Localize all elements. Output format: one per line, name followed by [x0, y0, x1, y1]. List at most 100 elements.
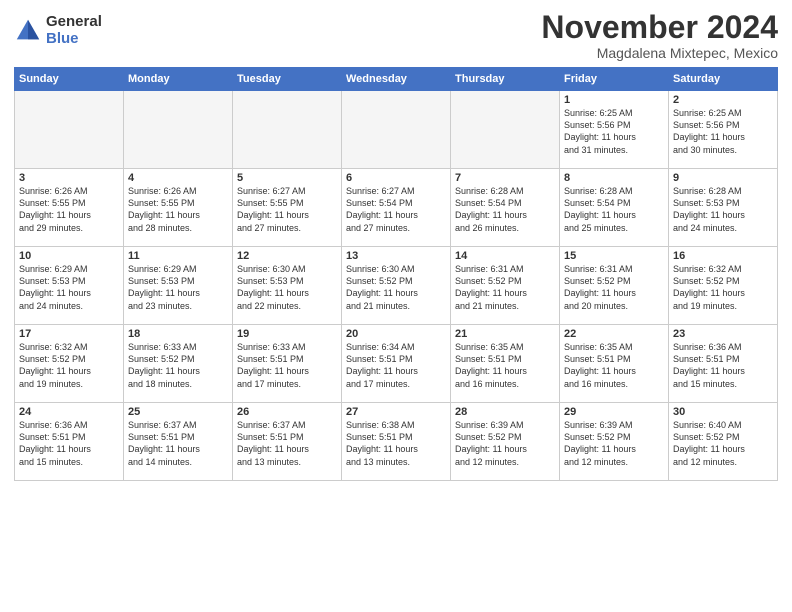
day-info: Sunrise: 6:28 AM Sunset: 5:54 PM Dayligh… — [564, 185, 664, 234]
weekday-header-thursday: Thursday — [451, 68, 560, 91]
day-number: 5 — [237, 172, 337, 184]
day-number: 29 — [564, 406, 664, 418]
day-number: 20 — [346, 328, 446, 340]
calendar-cell: 16Sunrise: 6:32 AM Sunset: 5:52 PM Dayli… — [669, 247, 778, 325]
day-info: Sunrise: 6:32 AM Sunset: 5:52 PM Dayligh… — [673, 263, 773, 312]
day-info: Sunrise: 6:35 AM Sunset: 5:51 PM Dayligh… — [564, 341, 664, 390]
day-info: Sunrise: 6:29 AM Sunset: 5:53 PM Dayligh… — [128, 263, 228, 312]
calendar-cell: 20Sunrise: 6:34 AM Sunset: 5:51 PM Dayli… — [342, 325, 451, 403]
calendar-cell: 12Sunrise: 6:30 AM Sunset: 5:53 PM Dayli… — [233, 247, 342, 325]
calendar-cell: 27Sunrise: 6:38 AM Sunset: 5:51 PM Dayli… — [342, 403, 451, 481]
calendar-cell: 13Sunrise: 6:30 AM Sunset: 5:52 PM Dayli… — [342, 247, 451, 325]
calendar-week-3: 10Sunrise: 6:29 AM Sunset: 5:53 PM Dayli… — [15, 247, 778, 325]
calendar-cell — [451, 91, 560, 169]
day-number: 1 — [564, 94, 664, 106]
day-info: Sunrise: 6:26 AM Sunset: 5:55 PM Dayligh… — [128, 185, 228, 234]
day-info: Sunrise: 6:37 AM Sunset: 5:51 PM Dayligh… — [237, 419, 337, 468]
day-number: 25 — [128, 406, 228, 418]
day-number: 18 — [128, 328, 228, 340]
day-number: 24 — [19, 406, 119, 418]
title-block: November 2024 Magdalena Mixtepec, Mexico — [541, 10, 778, 61]
calendar-cell: 19Sunrise: 6:33 AM Sunset: 5:51 PM Dayli… — [233, 325, 342, 403]
calendar-cell: 24Sunrise: 6:36 AM Sunset: 5:51 PM Dayli… — [15, 403, 124, 481]
location-title: Magdalena Mixtepec, Mexico — [541, 45, 778, 61]
weekday-header-row: SundayMondayTuesdayWednesdayThursdayFrid… — [15, 68, 778, 91]
day-number: 23 — [673, 328, 773, 340]
calendar-week-2: 3Sunrise: 6:26 AM Sunset: 5:55 PM Daylig… — [15, 169, 778, 247]
calendar-cell: 26Sunrise: 6:37 AM Sunset: 5:51 PM Dayli… — [233, 403, 342, 481]
day-info: Sunrise: 6:31 AM Sunset: 5:52 PM Dayligh… — [564, 263, 664, 312]
weekday-header-sunday: Sunday — [15, 68, 124, 91]
logo-general: General — [46, 14, 102, 31]
calendar-cell: 9Sunrise: 6:28 AM Sunset: 5:53 PM Daylig… — [669, 169, 778, 247]
day-number: 2 — [673, 94, 773, 106]
day-info: Sunrise: 6:36 AM Sunset: 5:51 PM Dayligh… — [19, 419, 119, 468]
calendar-week-4: 17Sunrise: 6:32 AM Sunset: 5:52 PM Dayli… — [15, 325, 778, 403]
day-number: 26 — [237, 406, 337, 418]
day-info: Sunrise: 6:32 AM Sunset: 5:52 PM Dayligh… — [19, 341, 119, 390]
day-info: Sunrise: 6:30 AM Sunset: 5:52 PM Dayligh… — [346, 263, 446, 312]
day-info: Sunrise: 6:33 AM Sunset: 5:51 PM Dayligh… — [237, 341, 337, 390]
calendar-table: SundayMondayTuesdayWednesdayThursdayFrid… — [14, 67, 778, 481]
day-number: 11 — [128, 250, 228, 262]
calendar-cell: 2Sunrise: 6:25 AM Sunset: 5:56 PM Daylig… — [669, 91, 778, 169]
calendar-cell — [124, 91, 233, 169]
day-info: Sunrise: 6:39 AM Sunset: 5:52 PM Dayligh… — [564, 419, 664, 468]
day-info: Sunrise: 6:39 AM Sunset: 5:52 PM Dayligh… — [455, 419, 555, 468]
calendar-cell: 18Sunrise: 6:33 AM Sunset: 5:52 PM Dayli… — [124, 325, 233, 403]
calendar-cell: 25Sunrise: 6:37 AM Sunset: 5:51 PM Dayli… — [124, 403, 233, 481]
day-number: 15 — [564, 250, 664, 262]
logo: General Blue — [14, 14, 102, 47]
day-info: Sunrise: 6:35 AM Sunset: 5:51 PM Dayligh… — [455, 341, 555, 390]
day-number: 6 — [346, 172, 446, 184]
calendar-cell: 1Sunrise: 6:25 AM Sunset: 5:56 PM Daylig… — [560, 91, 669, 169]
weekday-header-saturday: Saturday — [669, 68, 778, 91]
day-info: Sunrise: 6:26 AM Sunset: 5:55 PM Dayligh… — [19, 185, 119, 234]
calendar-cell: 6Sunrise: 6:27 AM Sunset: 5:54 PM Daylig… — [342, 169, 451, 247]
day-info: Sunrise: 6:38 AM Sunset: 5:51 PM Dayligh… — [346, 419, 446, 468]
day-info: Sunrise: 6:33 AM Sunset: 5:52 PM Dayligh… — [128, 341, 228, 390]
day-info: Sunrise: 6:36 AM Sunset: 5:51 PM Dayligh… — [673, 341, 773, 390]
day-info: Sunrise: 6:28 AM Sunset: 5:54 PM Dayligh… — [455, 185, 555, 234]
weekday-header-wednesday: Wednesday — [342, 68, 451, 91]
day-number: 12 — [237, 250, 337, 262]
calendar-cell — [233, 91, 342, 169]
day-info: Sunrise: 6:30 AM Sunset: 5:53 PM Dayligh… — [237, 263, 337, 312]
weekday-header-tuesday: Tuesday — [233, 68, 342, 91]
day-number: 9 — [673, 172, 773, 184]
calendar-cell: 22Sunrise: 6:35 AM Sunset: 5:51 PM Dayli… — [560, 325, 669, 403]
day-info: Sunrise: 6:40 AM Sunset: 5:52 PM Dayligh… — [673, 419, 773, 468]
day-info: Sunrise: 6:27 AM Sunset: 5:55 PM Dayligh… — [237, 185, 337, 234]
day-number: 10 — [19, 250, 119, 262]
calendar-cell: 23Sunrise: 6:36 AM Sunset: 5:51 PM Dayli… — [669, 325, 778, 403]
calendar-cell: 30Sunrise: 6:40 AM Sunset: 5:52 PM Dayli… — [669, 403, 778, 481]
calendar-week-5: 24Sunrise: 6:36 AM Sunset: 5:51 PM Dayli… — [15, 403, 778, 481]
calendar-cell: 21Sunrise: 6:35 AM Sunset: 5:51 PM Dayli… — [451, 325, 560, 403]
day-info: Sunrise: 6:28 AM Sunset: 5:53 PM Dayligh… — [673, 185, 773, 234]
day-number: 16 — [673, 250, 773, 262]
calendar-cell: 11Sunrise: 6:29 AM Sunset: 5:53 PM Dayli… — [124, 247, 233, 325]
logo-blue: Blue — [46, 31, 102, 48]
day-info: Sunrise: 6:34 AM Sunset: 5:51 PM Dayligh… — [346, 341, 446, 390]
day-number: 30 — [673, 406, 773, 418]
calendar-cell: 28Sunrise: 6:39 AM Sunset: 5:52 PM Dayli… — [451, 403, 560, 481]
day-number: 27 — [346, 406, 446, 418]
weekday-header-friday: Friday — [560, 68, 669, 91]
calendar-container: General Blue November 2024 Magdalena Mix… — [0, 0, 792, 612]
calendar-cell: 10Sunrise: 6:29 AM Sunset: 5:53 PM Dayli… — [15, 247, 124, 325]
day-number: 3 — [19, 172, 119, 184]
day-info: Sunrise: 6:31 AM Sunset: 5:52 PM Dayligh… — [455, 263, 555, 312]
day-number: 14 — [455, 250, 555, 262]
weekday-header-monday: Monday — [124, 68, 233, 91]
calendar-cell: 4Sunrise: 6:26 AM Sunset: 5:55 PM Daylig… — [124, 169, 233, 247]
calendar-cell: 14Sunrise: 6:31 AM Sunset: 5:52 PM Dayli… — [451, 247, 560, 325]
day-info: Sunrise: 6:29 AM Sunset: 5:53 PM Dayligh… — [19, 263, 119, 312]
day-number: 21 — [455, 328, 555, 340]
header-row: General Blue November 2024 Magdalena Mix… — [14, 10, 778, 61]
calendar-cell: 7Sunrise: 6:28 AM Sunset: 5:54 PM Daylig… — [451, 169, 560, 247]
month-title: November 2024 — [541, 10, 778, 45]
day-number: 28 — [455, 406, 555, 418]
calendar-cell: 29Sunrise: 6:39 AM Sunset: 5:52 PM Dayli… — [560, 403, 669, 481]
calendar-cell: 5Sunrise: 6:27 AM Sunset: 5:55 PM Daylig… — [233, 169, 342, 247]
logo-text: General Blue — [46, 14, 102, 47]
